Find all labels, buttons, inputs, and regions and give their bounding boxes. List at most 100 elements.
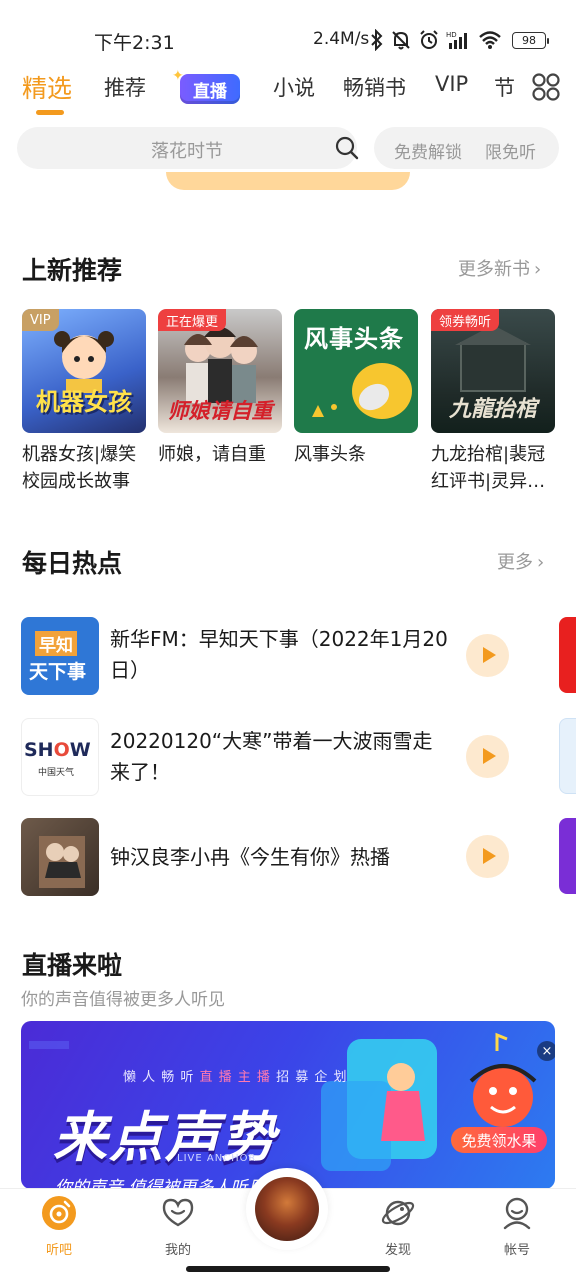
chevron-right-icon: › [534, 259, 542, 280]
book-cover-title: 机器女孩 [36, 388, 132, 416]
category-grid-icon[interactable] [531, 72, 561, 102]
search-input[interactable]: 落花时节 [17, 127, 359, 169]
more-new-books-link[interactable]: 更多新书 › [458, 255, 541, 281]
show-logo-w: W [69, 739, 91, 761]
side-peek-card[interactable] [559, 718, 576, 794]
nav-label: 我的 [164, 1243, 191, 1258]
book-card[interactable]: 师娘请自重 正在爆更 师娘，请自重 [158, 309, 282, 495]
banner-top-b: 直 播 主 播 [199, 1070, 271, 1085]
show-logo-o: O [53, 739, 70, 761]
active-tab-indicator [36, 110, 64, 115]
svg-text:HD: HD [446, 31, 457, 39]
new-books-title: 上新推荐 [22, 256, 123, 285]
tab-programs[interactable]: 节 [494, 72, 515, 102]
news-thumb-text: 早知 [35, 631, 77, 656]
news-title: 新华FM：早知天下事（2022年1月20日） [110, 627, 448, 682]
tab-recommend[interactable]: 推荐 [104, 72, 146, 102]
live-section-title: 直播来啦 [22, 951, 123, 980]
album-art-icon [255, 1177, 319, 1241]
book-badge: VIP [22, 309, 59, 331]
tab-live[interactable]: 直播 [180, 74, 240, 104]
news-title: 钟汉良李小冉《今生有你》热播 [110, 845, 390, 869]
play-button[interactable] [466, 634, 509, 677]
free-fruit-button[interactable]: 免费领水果 [451, 1127, 547, 1153]
more-hot-label: 更多 [497, 552, 533, 573]
battery-indicator: 98 [512, 31, 549, 49]
home-indicator[interactable] [186, 1266, 390, 1272]
nav-listen[interactable]: 听吧 [19, 1195, 99, 1258]
book-cover-title: 风事头条 [304, 325, 404, 353]
banner-top-c: 招 募 企 划 [270, 1070, 348, 1085]
nav-discover[interactable]: 发现 [358, 1195, 438, 1258]
news-thumb-text: 天下事 [29, 661, 87, 683]
news-title: 20220120“大寒”带着一大波雨雪走来了！ [110, 729, 433, 784]
more-hot-link[interactable]: 更多 › [497, 548, 544, 574]
book-badge: 领券畅听 [431, 309, 500, 331]
tab-novel[interactable]: 小说 [273, 72, 315, 102]
free-unlock-label: 免费解锁 [394, 143, 462, 163]
book-title: 九龙抬棺|裴冠红评书|灵异… [431, 444, 546, 492]
nav-label: 帐号 [503, 1243, 530, 1258]
tab-vip[interactable]: VIP [435, 72, 468, 96]
book-card[interactable]: 九龍抬棺 领券畅听 九龙抬棺|裴冠红评书|灵异… [431, 309, 555, 495]
chevron-right-icon: › [537, 552, 545, 573]
status-bar: 下午2:31 2.4M/s HD 98 [0, 0, 576, 64]
book-cover-title: 九龍抬棺 [448, 397, 537, 422]
play-button[interactable] [466, 735, 509, 778]
book-title: 师娘，请自重 [158, 444, 266, 465]
signal-icon: HD [446, 31, 467, 49]
book-cover: 风事头条 [294, 309, 418, 433]
status-icons: HD 98 [370, 28, 549, 52]
category-tabs: 精选 推荐 ✦ 直播 小说 畅销书 VIP 节 [0, 66, 576, 115]
bluetooth-icon [371, 29, 383, 51]
news-thumb: SHOW 中国天气 [21, 718, 99, 796]
book-cover: 师娘请自重 正在爆更 [158, 309, 282, 433]
search-icon[interactable] [335, 136, 359, 160]
book-cover-title: 师娘请自重 [167, 399, 273, 423]
nav-account[interactable]: 帐号 [477, 1195, 557, 1258]
account-icon [503, 1197, 531, 1230]
close-icon[interactable]: × [537, 1041, 555, 1061]
banner-top-a: 懒 人 畅 听 [123, 1070, 200, 1085]
news-item[interactable]: SHOW 中国天气 20220120“大寒”带着一大波雨雪走来了！ [0, 718, 576, 798]
free-promo-button[interactable]: 免费解锁 限免听 [374, 127, 559, 169]
side-peek-card[interactable] [559, 818, 576, 894]
top-banner-edge[interactable] [166, 172, 410, 190]
nav-label: 听吧 [45, 1243, 72, 1258]
status-time: 下午2:31 [94, 32, 175, 54]
tab-featured[interactable]: 精选 [22, 69, 72, 105]
book-cover: 九龍抬棺 领券畅听 [431, 309, 555, 433]
news-item[interactable]: 钟汉良李小冉《今生有你》热播 [0, 818, 576, 898]
listen-icon [42, 1196, 76, 1230]
drama-poster-icon [39, 836, 85, 888]
banner-slogan: 你的声音 值得被更多人听见 [55, 1178, 265, 1189]
live-recruit-banner[interactable]: 懒 人 畅 听 直 播 主 播 招 募 企 划 来点声势 LIVE ANCHOR… [21, 1021, 555, 1189]
more-new-books-label: 更多新书 [458, 259, 530, 280]
play-button[interactable] [466, 835, 509, 878]
banner-anchor-label: LIVE ANCHOR [177, 1153, 257, 1164]
news-thumb-text: SHOW [24, 739, 91, 761]
search-placeholder: 落花时节 [151, 141, 223, 162]
side-peek-card[interactable] [559, 617, 576, 693]
live-section-subtitle: 你的声音值得被更多人听见 [21, 990, 225, 1010]
nav-label: 发现 [384, 1243, 411, 1258]
book-card[interactable]: 风事头条 风事头条 [294, 309, 418, 495]
book-badge: 正在爆更 [158, 309, 227, 331]
book-title: 风事头条 [294, 444, 366, 465]
search-row: 落花时节 免费解锁 限免听 [0, 127, 576, 171]
show-logo-text: SH [24, 739, 54, 761]
news-thumb [21, 818, 99, 896]
nav-mine[interactable]: 我的 [138, 1195, 218, 1258]
bell-off-icon [392, 31, 410, 50]
now-playing-disc[interactable] [246, 1168, 328, 1250]
alarm-icon [420, 30, 438, 49]
book-card[interactable]: 机器女孩 VIP 机器女孩|爆笑校园成长故事 [22, 309, 146, 495]
limited-free-label: 限免听 [485, 143, 536, 163]
planet-icon [381, 1200, 415, 1226]
banner-top-line: 懒 人 畅 听 直 播 主 播 招 募 企 划 [123, 1066, 347, 1085]
network-speed: 2.4M/s [313, 29, 370, 49]
tab-bestseller[interactable]: 畅销书 [343, 72, 406, 102]
book-title: 机器女孩|爆笑校园成长故事 [22, 444, 137, 492]
news-thumb-subtext: 中国天气 [38, 768, 75, 778]
news-item[interactable]: 早知 天下事 新华FM：早知天下事（2022年1月20日） [0, 617, 576, 697]
